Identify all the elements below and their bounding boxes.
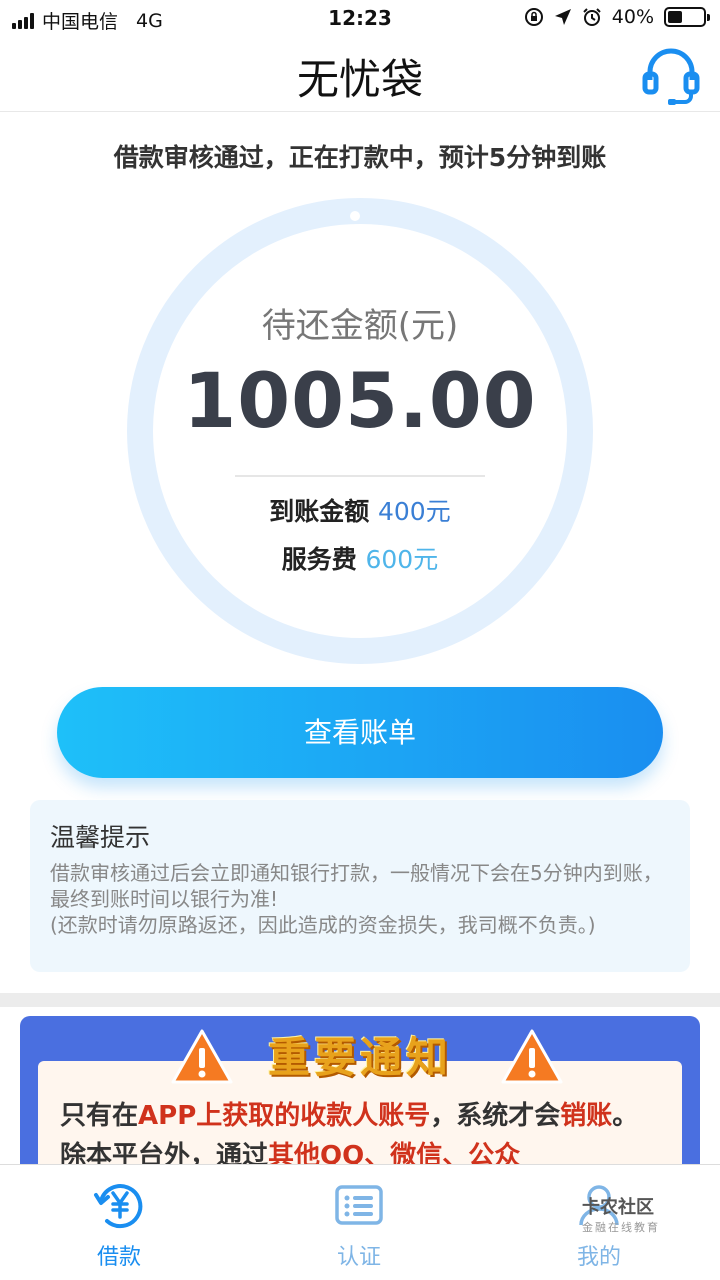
banner-text-a: 只有在 [60, 1101, 139, 1131]
tab-loan[interactable]: 借款 [59, 1179, 179, 1271]
amount-due-label: 待还金额(元) [261, 306, 459, 346]
service-fee-value: 600元 [365, 545, 439, 574]
tips-card: 温馨提示 借款审核通过后会立即通知银行打款，一般情况下会在5分钟内到账，最终到账… [30, 800, 690, 972]
section-separator [0, 993, 720, 1007]
tips-title: 温馨提示 [50, 823, 151, 852]
headset-icon[interactable] [640, 44, 702, 106]
loan-status-notice: 借款审核通过，正在打款中，预计5分钟到账 [113, 143, 607, 172]
received-amount-row: 到账金额 400元 [125, 492, 595, 528]
received-amount-value: 400元 [378, 497, 451, 526]
status-bar: 中国电信 4G 12:23 40% [0, 0, 720, 36]
location-arrow-icon [554, 9, 571, 25]
community-watermark: 卡农社区 金融在线教育 [582, 1193, 660, 1235]
alarm-icon [583, 8, 601, 26]
navigation-bar: 无忧袋 [0, 36, 720, 112]
banner-text-b: APP上获取的收款人账号 [138, 1101, 431, 1131]
tips-text-2: (还款时请勿原路返还，因此造成的资金损失，我司概不负责。) [50, 913, 596, 937]
tab-loan-label: 借款 [96, 1245, 141, 1270]
status-bar-right: 40% [524, 6, 710, 28]
tips-text-1: 借款审核通过后会立即通知银行打款，一般情况下会在5分钟内到账，最终到账时间以银行… [50, 861, 663, 911]
tab-verify[interactable]: 认证 [299, 1179, 419, 1271]
important-notice-banner[interactable]: 重要通知 只有在APP上获取的收款人账号，系统才会销账。除本平台外，通过其他QQ… [20, 1016, 700, 1166]
repayment-ring: 待还金额(元) 1005.00 到账金额 400元 服务费 600元 [125, 196, 595, 666]
view-bill-button[interactable]: 查看账单 [57, 687, 663, 778]
id-card-icon [335, 1185, 383, 1225]
banner-text-f: 其他QQ、微信、公众 [268, 1141, 521, 1166]
watermark-title: 卡农社区 [582, 1197, 654, 1218]
banner-title: 重要通知 [267, 1033, 452, 1082]
page-title: 无忧袋 [296, 55, 423, 104]
battery-icon [664, 7, 710, 27]
tab-bar: 借款 认证 我的 卡农社区 金融在线教育 [0, 1164, 720, 1280]
loan-icon [94, 1184, 143, 1229]
rotation-lock-icon [524, 8, 543, 26]
tab-mine-label: 我的 [576, 1245, 621, 1270]
amount-due-value: 1005.00 [183, 356, 537, 445]
banner-text-d: 销账 [560, 1101, 613, 1131]
ring-divider [235, 475, 485, 477]
tab-verify-label: 认证 [336, 1245, 381, 1270]
ring-progress-knob [350, 211, 360, 221]
service-fee-row: 服务费 600元 [125, 540, 595, 576]
service-fee-label: 服务费 [281, 545, 357, 574]
received-amount-label: 到账金额 [269, 497, 370, 526]
battery-percent: 40% [611, 6, 654, 28]
watermark-subtitle: 金融在线教育 [582, 1221, 660, 1234]
banner-text: 只有在APP上获取的收款人账号，系统才会销账。除本平台外，通过其他QQ、微信、公… [60, 1096, 660, 1166]
banner-text-c: ，系统才会 [430, 1101, 561, 1131]
